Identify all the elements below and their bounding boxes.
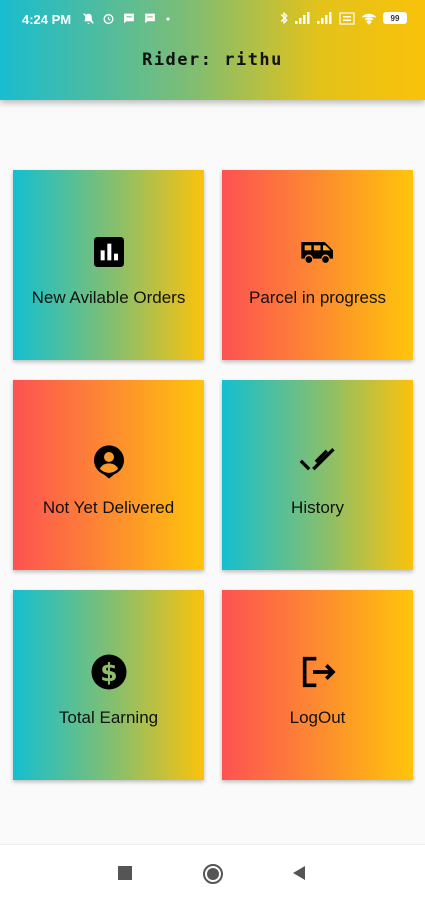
volte-icon bbox=[339, 11, 355, 25]
system-nav-bar bbox=[0, 844, 425, 901]
tile-label: LogOut bbox=[289, 708, 346, 727]
battery-icon: 99 bbox=[383, 12, 407, 24]
tile-label: History bbox=[291, 498, 344, 517]
tile-label: Total Earning bbox=[58, 708, 159, 727]
tile-label: Parcel in progress bbox=[248, 288, 386, 307]
person-pin-icon bbox=[93, 445, 124, 479]
status-right-icons: 99 bbox=[279, 11, 407, 25]
dot-icon bbox=[166, 16, 170, 21]
message-icon bbox=[124, 13, 134, 24]
message-icon bbox=[145, 13, 155, 24]
svg-text:$: $ bbox=[100, 658, 117, 687]
home-icon[interactable] bbox=[202, 863, 224, 885]
status-bar: 4:24 PM 99 bbox=[0, 0, 425, 38]
signal-icon bbox=[295, 12, 310, 24]
wifi-icon bbox=[361, 13, 377, 25]
logout-icon bbox=[302, 656, 336, 688]
bluetooth-icon bbox=[280, 11, 288, 25]
tile-label: New Avilable Orders bbox=[31, 288, 186, 307]
status-time: 4:24 PM bbox=[22, 12, 72, 27]
tile-history[interactable]: History bbox=[222, 380, 413, 570]
mute-icon bbox=[83, 13, 94, 24]
van-icon bbox=[300, 242, 333, 263]
alarm-icon bbox=[103, 14, 114, 25]
tile-not-yet-delivered[interactable]: Not Yet Delivered bbox=[13, 380, 204, 570]
tile-new-available-orders[interactable]: New Avilable Orders bbox=[13, 170, 204, 360]
back-icon[interactable] bbox=[292, 863, 306, 883]
status-left-icons bbox=[82, 12, 172, 25]
bar-chart-icon bbox=[93, 237, 124, 267]
tile-parcel-in-progress[interactable]: Parcel in progress bbox=[222, 170, 413, 360]
double-check-icon bbox=[299, 448, 335, 471]
signal-icon bbox=[317, 12, 332, 24]
page-title: Rider: rithu bbox=[142, 50, 283, 70]
tile-logout[interactable]: LogOut bbox=[222, 590, 413, 780]
recents-icon[interactable] bbox=[118, 863, 132, 883]
app-header: 4:24 PM 99 Rider: rithu bbox=[0, 0, 425, 100]
dollar-icon: $ bbox=[91, 654, 126, 690]
tile-total-earning[interactable]: $ Total Earning bbox=[13, 590, 204, 780]
tile-label: Not Yet Delivered bbox=[42, 498, 175, 517]
